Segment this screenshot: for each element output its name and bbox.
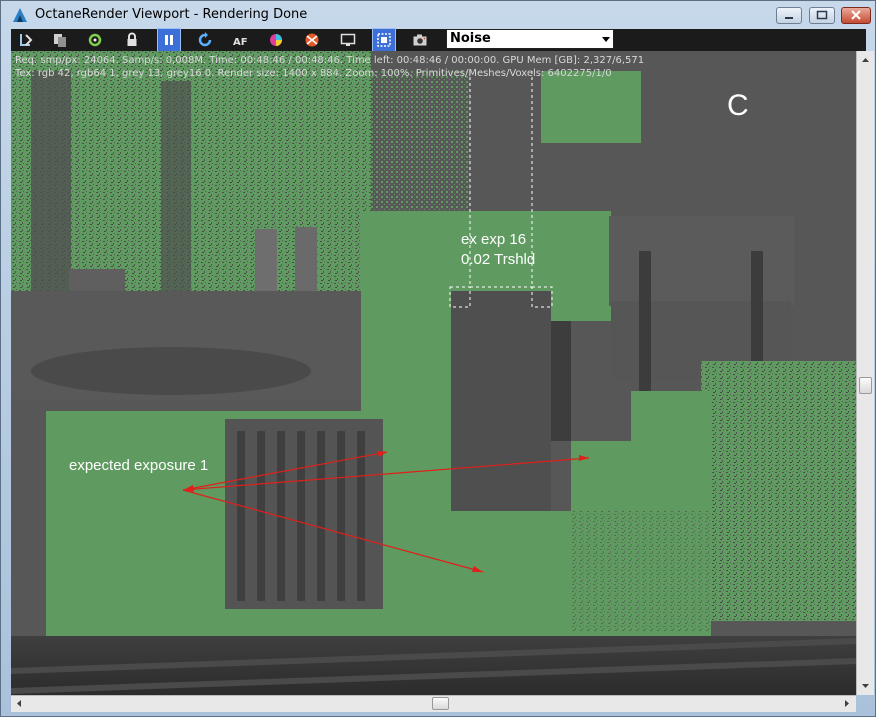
af-button[interactable]: AF <box>229 29 251 51</box>
material-ball-icon <box>305 33 319 47</box>
threshold-label: 0.02 Trshld <box>461 251 536 268</box>
horizontal-scroll-thumb[interactable] <box>432 697 449 710</box>
recenter-button[interactable] <box>84 29 106 51</box>
render-pass-value: Noise <box>450 31 491 46</box>
window-title: OctaneRender Viewport - Rendering Done <box>35 7 308 22</box>
render-pass-select[interactable]: Noise <box>446 29 614 49</box>
octane-viewport-window: OctaneRender Viewport - Rendering Done A… <box>0 0 876 717</box>
maximize-icon <box>816 10 828 20</box>
scroll-left-arrow-icon[interactable] <box>12 696 26 711</box>
camera-icon <box>413 34 427 46</box>
corner-letter-label: C <box>727 89 749 122</box>
lock-icon <box>127 32 137 46</box>
vertical-scrollbar[interactable] <box>856 51 874 695</box>
copy-button[interactable] <box>49 29 71 51</box>
color-picker-icon <box>270 34 282 46</box>
render-stats-line-1: Req. smp/px: 24064. Samp/s: 0,008M. Time… <box>15 55 645 66</box>
color-picker-button[interactable] <box>265 29 287 51</box>
maximize-button[interactable] <box>809 7 835 24</box>
chevron-down-icon <box>602 37 610 42</box>
title-bar[interactable]: OctaneRender Viewport - Rendering Done <box>1 1 875 29</box>
minimize-button[interactable] <box>776 7 802 24</box>
lock-button[interactable] <box>121 29 143 51</box>
scroll-up-arrow-icon[interactable] <box>857 53 874 67</box>
material-ball-button[interactable] <box>301 29 323 51</box>
close-button[interactable] <box>841 7 871 24</box>
scroll-right-arrow-icon[interactable] <box>840 696 854 711</box>
svg-text:AF: AF <box>233 37 248 48</box>
close-icon <box>851 10 861 20</box>
render-stats-line-2: Tex: rgb 42, rgb64 1, grey 13, grey16 0.… <box>15 68 612 79</box>
octane-app-icon <box>13 8 27 22</box>
camera-button[interactable] <box>409 29 431 51</box>
restart-button[interactable] <box>194 29 216 51</box>
restart-icon <box>198 32 212 47</box>
region-render-icon <box>377 33 391 47</box>
recenter-icon <box>88 33 102 47</box>
scroll-down-arrow-icon[interactable] <box>857 679 874 693</box>
af-icon: AF <box>233 37 248 48</box>
viewport-toolbar: AF Noise <box>11 28 866 52</box>
copy-icon <box>54 34 66 47</box>
display-button[interactable] <box>337 29 359 51</box>
save-image-icon <box>20 34 33 46</box>
region-render-button[interactable] <box>372 28 396 52</box>
pause-button[interactable] <box>157 28 181 52</box>
render-viewport[interactable]: Req. smp/px: 24064. Samp/s: 0,008M. Time… <box>11 51 856 695</box>
horizontal-scrollbar[interactable] <box>11 695 856 712</box>
pause-icon <box>165 35 173 45</box>
ex-exp-label: ex exp 16 <box>461 231 527 248</box>
vertical-scroll-thumb[interactable] <box>859 377 872 394</box>
display-icon <box>340 33 356 46</box>
save-image-button[interactable] <box>15 29 37 51</box>
noise-render-image <box>11 51 856 695</box>
expected-exposure-label: expected exposure 1 <box>69 457 209 474</box>
minimize-icon <box>785 17 793 19</box>
